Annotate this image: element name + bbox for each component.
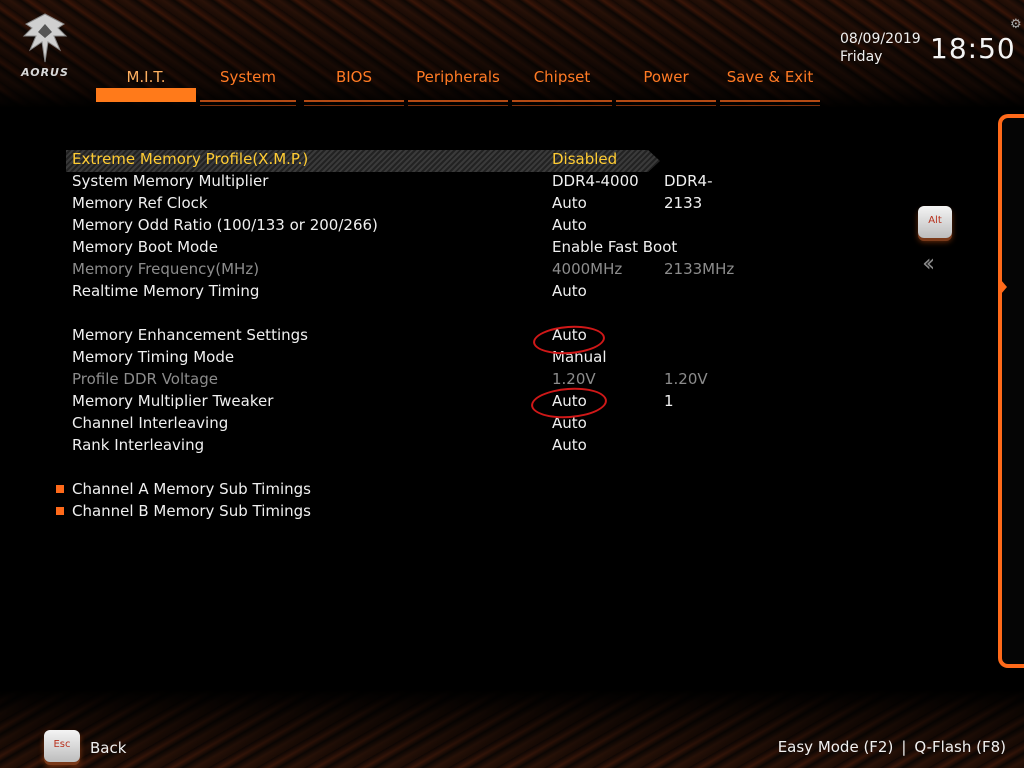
tab-mit[interactable]: M.I.T. [96, 66, 196, 102]
setting-value[interactable]: Auto [552, 280, 587, 302]
setting-value: 1.20V [552, 370, 596, 388]
submenu-label: Channel B Memory Sub Timings [72, 502, 311, 520]
tab-save-exit[interactable]: Save & Exit [720, 66, 820, 106]
submenu-channel-a-sub-timings[interactable]: Channel A Memory Sub Timings [56, 478, 692, 500]
submenu-bullet-icon [56, 507, 64, 515]
setting-label: Memory Ref Clock [72, 194, 208, 212]
setting-value: 4000MHz [552, 260, 623, 278]
setting-value[interactable]: Auto [552, 214, 587, 236]
back-label[interactable]: Back [90, 739, 126, 757]
brand-logo-text: AORUS [21, 66, 69, 79]
setting-row-realtime-memory-timing[interactable]: Realtime Memory Timing Auto [72, 280, 692, 302]
gear-icon[interactable]: ⚙ [1010, 18, 1024, 32]
setting-label: Realtime Memory Timing [72, 282, 260, 300]
clock-display: 18:50 [930, 32, 1016, 65]
submenu-bullet-icon [56, 485, 64, 493]
setting-current-value: 1 [664, 392, 674, 410]
setting-row-profile-ddr-voltage: Profile DDR Voltage 1.20V 1.20V [72, 368, 708, 390]
qflash-link[interactable]: Q-Flash (F8) [914, 738, 1006, 756]
submenu-label: Channel A Memory Sub Timings [72, 480, 311, 498]
setting-value[interactable]: Auto [552, 434, 587, 456]
setting-row-system-memory-multiplier[interactable]: System Memory Multiplier DDR4-4000 DDR4-… [72, 170, 712, 212]
setting-row-memory-ref-clock[interactable]: Memory Ref Clock Auto [72, 192, 692, 214]
footer-shortcuts: Easy Mode (F2) | Q-Flash (F8) [778, 738, 1006, 756]
setting-label: Extreme Memory Profile(X.M.P.) [72, 150, 309, 168]
setting-current-value: 1.20V [664, 370, 708, 388]
day-text: Friday [840, 49, 883, 65]
side-panel-tab[interactable] [998, 114, 1024, 668]
setting-value[interactable]: Auto [552, 192, 587, 214]
setting-row-xmp[interactable]: Extreme Memory Profile(X.M.P.) Disabled [72, 148, 692, 170]
setting-label: Memory Multiplier Tweaker [72, 392, 274, 410]
setting-row-memory-odd-ratio[interactable]: Memory Odd Ratio (100/133 or 200/266) Au… [72, 214, 692, 236]
setting-label: Memory Enhancement Settings [72, 326, 308, 344]
setting-label: Memory Odd Ratio (100/133 or 200/266) [72, 216, 378, 234]
setting-row-memory-timing-mode[interactable]: Memory Timing Mode Manual [72, 346, 692, 368]
setting-label: Rank Interleaving [72, 436, 205, 454]
setting-row-memory-boot-mode[interactable]: Memory Boot Mode Enable Fast Boot [72, 236, 692, 258]
setting-row-rank-interleaving[interactable]: Rank Interleaving Auto [72, 434, 692, 456]
tab-power[interactable]: Power [616, 66, 716, 106]
date-display: 08/09/2019 Friday [840, 30, 921, 66]
setting-value[interactable]: DDR4-4000 [552, 170, 639, 192]
setting-row-channel-interleaving[interactable]: Channel Interleaving Auto [72, 412, 692, 434]
setting-row-memory-frequency: Memory Frequency(MHz) 4000MHz 2133MHz [72, 258, 734, 280]
setting-value[interactable]: Disabled [552, 148, 617, 170]
setting-value[interactable]: Enable Fast Boot [552, 236, 677, 258]
date-text: 08/09/2019 [840, 31, 921, 47]
expand-arrow-icon[interactable] [1001, 280, 1007, 294]
alt-key-button[interactable]: Alt [918, 206, 952, 238]
tab-bios[interactable]: BIOS [304, 66, 404, 106]
setting-label: Memory Timing Mode [72, 348, 235, 366]
tab-chipset[interactable]: Chipset [512, 66, 612, 106]
tab-peripherals[interactable]: Peripherals [408, 66, 508, 106]
footer-separator: | [901, 738, 907, 756]
setting-label: Channel Interleaving [72, 414, 229, 432]
footer-banner [0, 690, 1024, 768]
easy-mode-link[interactable]: Easy Mode (F2) [778, 738, 894, 756]
tab-system[interactable]: System [200, 66, 296, 106]
esc-key-button[interactable]: Esc [44, 730, 80, 762]
submenu-channel-b-sub-timings[interactable]: Channel B Memory Sub Timings [56, 500, 692, 522]
setting-current-value: 2133MHz [664, 260, 735, 278]
setting-label: Memory Frequency(MHz) [72, 260, 260, 278]
setting-label: Profile DDR Voltage [72, 370, 218, 388]
setting-label: Memory Boot Mode [72, 238, 218, 256]
double-chevron-left-icon[interactable]: ‹‹ [922, 250, 935, 276]
setting-label: System Memory Multiplier [72, 172, 269, 190]
